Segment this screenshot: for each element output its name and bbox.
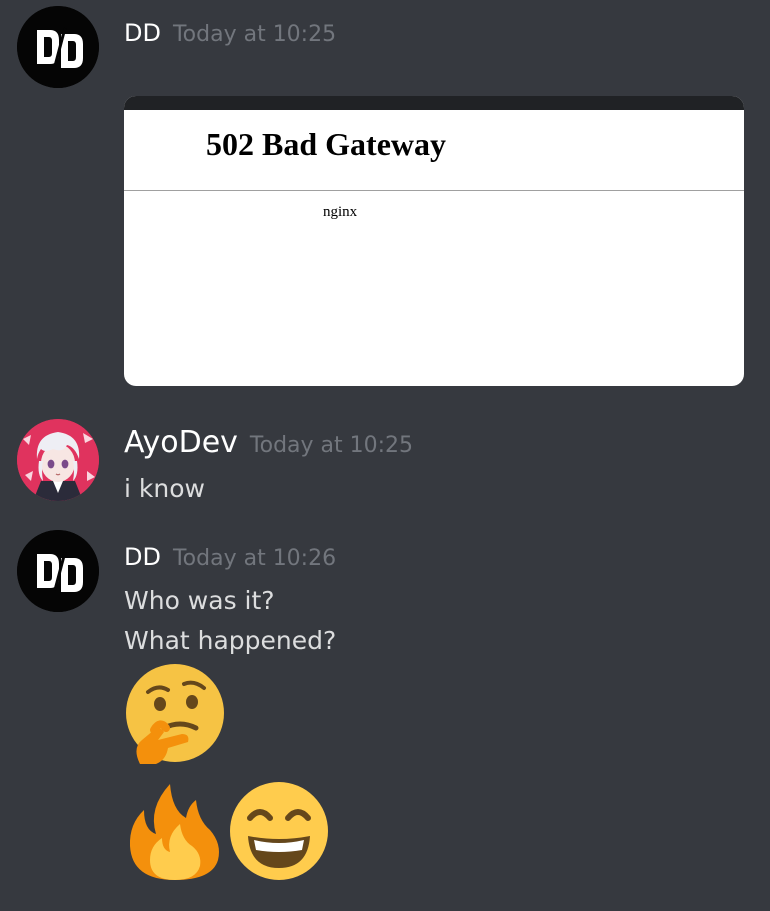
avatar[interactable]: [17, 530, 99, 612]
dd-logo-icon: [17, 6, 99, 88]
fire-icon[interactable]: [124, 780, 226, 882]
message-text: i know: [124, 474, 205, 503]
timestamp[interactable]: Today at 10:25: [173, 22, 336, 47]
message-header: AyoDev Today at 10:25: [124, 425, 413, 460]
timestamp[interactable]: Today at 10:26: [173, 546, 336, 571]
link-embed[interactable]: 502 Bad Gateway nginx: [124, 96, 744, 386]
message-ayodev: AyoDev Today at 10:25 i know: [0, 400, 770, 510]
thinking-face-icon[interactable]: [124, 664, 226, 766]
avatar[interactable]: [17, 419, 99, 501]
message-header: DD Today at 10:25: [124, 19, 336, 47]
avatar[interactable]: [17, 6, 99, 88]
message-dd-2: DD Today at 10:26 Who was it? What happen…: [0, 510, 770, 911]
anime-avatar-icon: [17, 419, 99, 501]
embed-divider: [124, 190, 744, 191]
message-text: What happened?: [124, 626, 337, 655]
embed-server-text: nginx: [323, 204, 358, 220]
message-text: Who was it?: [124, 586, 275, 615]
timestamp[interactable]: Today at 10:25: [250, 433, 413, 458]
message-header: DD Today at 10:26: [124, 543, 336, 571]
embed-top-bar: [124, 96, 744, 110]
dd-logo-icon: [17, 530, 99, 612]
username[interactable]: AyoDev: [124, 425, 238, 460]
username[interactable]: DD: [124, 19, 161, 47]
username[interactable]: DD: [124, 543, 161, 571]
embed-title: 502 Bad Gateway: [206, 126, 446, 162]
message-dd-1: DD Today at 10:25 502 Bad Gateway nginx: [0, 0, 770, 400]
grinning-face-icon[interactable]: [228, 780, 330, 882]
